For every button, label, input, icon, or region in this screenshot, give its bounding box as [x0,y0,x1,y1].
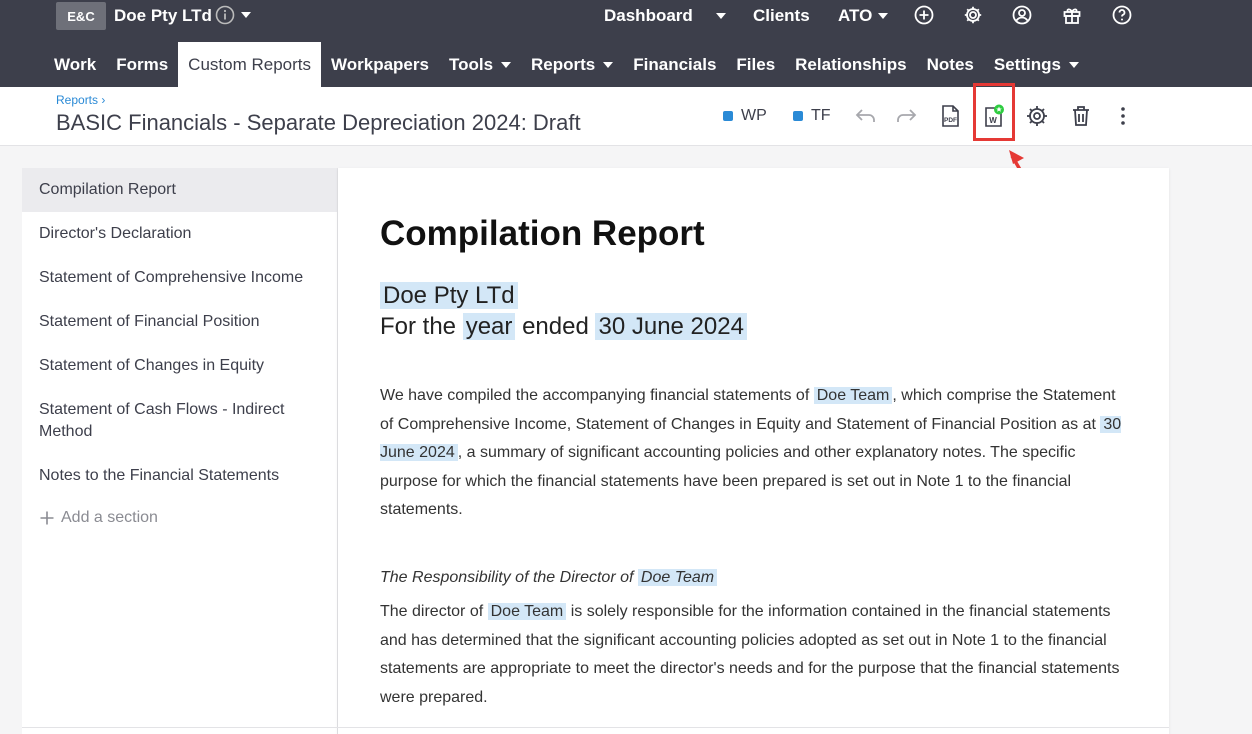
chevron-down-icon [878,13,889,19]
nav-financials[interactable]: Financials [623,42,726,87]
nav-relationships-label: Relationships [795,54,907,74]
wp-tag-dot [723,111,733,121]
top-bar: E&C Doe Pty LTd Dashboard Clients ATO Wo… [0,0,1252,87]
h2-text: The Responsibility of the Director of [380,569,634,586]
p1-text-a: We have compiled the accompanying financ… [380,387,810,404]
more-icon[interactable] [1111,104,1135,128]
p1-text-c: , a summary of significant accounting po… [380,444,1076,518]
add-section-label: Add a section [61,509,158,526]
chevron-down-icon [501,61,512,68]
wp-tag-label: WP [741,107,767,124]
main-navigation: Work Forms Custom Reports Workpapers Too… [44,42,1089,87]
paragraph-responsibility: The director of Doe Team is solely respo… [380,598,1130,712]
help-icon[interactable] [1112,5,1132,25]
annotation-highlight-box [973,83,1015,141]
report-header: Reports › BASIC Financials - Separate De… [0,87,1252,146]
nav-custom-reports-label: Custom Reports [188,54,311,74]
ato-menu[interactable]: ATO [838,6,889,26]
nav-forms-label: Forms [116,54,169,74]
p2-text-a: The director of [380,603,484,620]
nav-files-label: Files [736,54,776,74]
nav-notes[interactable]: Notes [917,42,984,87]
wp-tag[interactable]: WP [723,107,767,125]
chevron-down-icon [1068,61,1079,68]
nav-forms[interactable]: Forms [106,42,178,87]
report-settings-gear-icon[interactable] [1025,104,1049,128]
divider [22,727,1169,728]
info-icon[interactable] [215,5,235,25]
nav-reports[interactable]: Reports [521,42,623,87]
h2-entity-field[interactable]: Doe Team [637,569,718,586]
plus-circle-icon[interactable] [914,5,934,25]
app-logo[interactable]: E&C [56,2,106,30]
nav-tools-label: Tools [448,54,494,74]
gear-icon[interactable] [963,5,983,25]
period-prefix: For the [380,313,457,340]
tf-tag-dot [793,111,803,121]
trash-icon[interactable] [1069,104,1093,128]
page-title: BASIC Financials - Separate Depreciation… [56,110,581,135]
dashboard-label: Dashboard [604,6,693,25]
gift-icon[interactable] [1062,5,1082,25]
nav-work-label: Work [54,54,97,74]
redo-icon[interactable] [894,104,918,128]
breadcrumb[interactable]: Reports › [56,93,105,107]
nav-workpapers-label: Workpapers [331,54,429,74]
clients-link[interactable]: Clients [753,6,810,26]
document-title: Compilation Report [380,214,705,253]
user-circle-icon[interactable] [1012,5,1032,25]
section-directors-declaration[interactable]: Director's Declaration [22,212,337,256]
nav-relationships[interactable]: Relationships [785,42,916,87]
document-subtitle: Doe Pty LTd For the year ended 30 June 2… [380,280,747,342]
nav-settings-label: Settings [993,54,1061,74]
section-compilation-report[interactable]: Compilation Report [22,168,337,212]
svg-text:PDF: PDF [944,117,957,124]
period-date-field[interactable]: 30 June 2024 [595,313,747,340]
period-mid: ended [522,313,589,340]
chevron-down-icon [603,61,614,68]
nav-settings[interactable]: Settings [984,42,1089,87]
responsibility-heading: The Responsibility of the Director of Do… [380,564,1130,593]
entity-name-field[interactable]: Doe Pty LTd [380,282,518,309]
section-comprehensive-income[interactable]: Statement of Comprehensive Income [22,256,337,300]
undo-icon[interactable] [854,104,878,128]
nav-financials-label: Financials [633,54,717,74]
section-changes-in-equity[interactable]: Statement of Changes in Equity [22,344,337,388]
client-name[interactable]: Doe Pty LTd [114,6,212,26]
period-word-field[interactable]: year [462,313,516,340]
nav-notes-label: Notes [926,54,974,74]
clients-label: Clients [753,6,810,25]
dashboard-dropdown-icon[interactable] [716,13,726,19]
add-section-button[interactable]: Add a section [22,498,337,538]
client-dropdown-icon[interactable] [241,12,251,18]
nav-tools[interactable]: Tools [439,42,521,87]
nav-work[interactable]: Work [44,42,106,87]
paragraph-compilation: We have compiled the accompanying financ… [380,382,1130,525]
nav-reports-label: Reports [531,54,596,74]
section-notes[interactable]: Notes to the Financial Statements [22,454,337,498]
section-sidebar: Compilation Report Director's Declaratio… [22,168,338,734]
report-document: Compilation Report Doe Pty LTd For the y… [338,168,1169,734]
section-cash-flows[interactable]: Statement of Cash Flows - Indirect Metho… [22,388,337,454]
pdf-icon[interactable]: PDF [938,104,962,128]
section-financial-position[interactable]: Statement of Financial Position [22,300,337,344]
dashboard-link[interactable]: Dashboard [604,6,693,26]
nav-custom-reports[interactable]: Custom Reports [178,42,321,87]
p2-entity-field[interactable]: Doe Team [487,603,567,620]
tf-tag-label: TF [811,107,831,124]
nav-files[interactable]: Files [726,42,785,87]
plus-icon [40,511,54,525]
p1-entity-field[interactable]: Doe Team [813,387,893,404]
ato-label: ATO [838,6,873,25]
nav-workpapers[interactable]: Workpapers [321,42,439,87]
tf-tag[interactable]: TF [793,107,831,125]
